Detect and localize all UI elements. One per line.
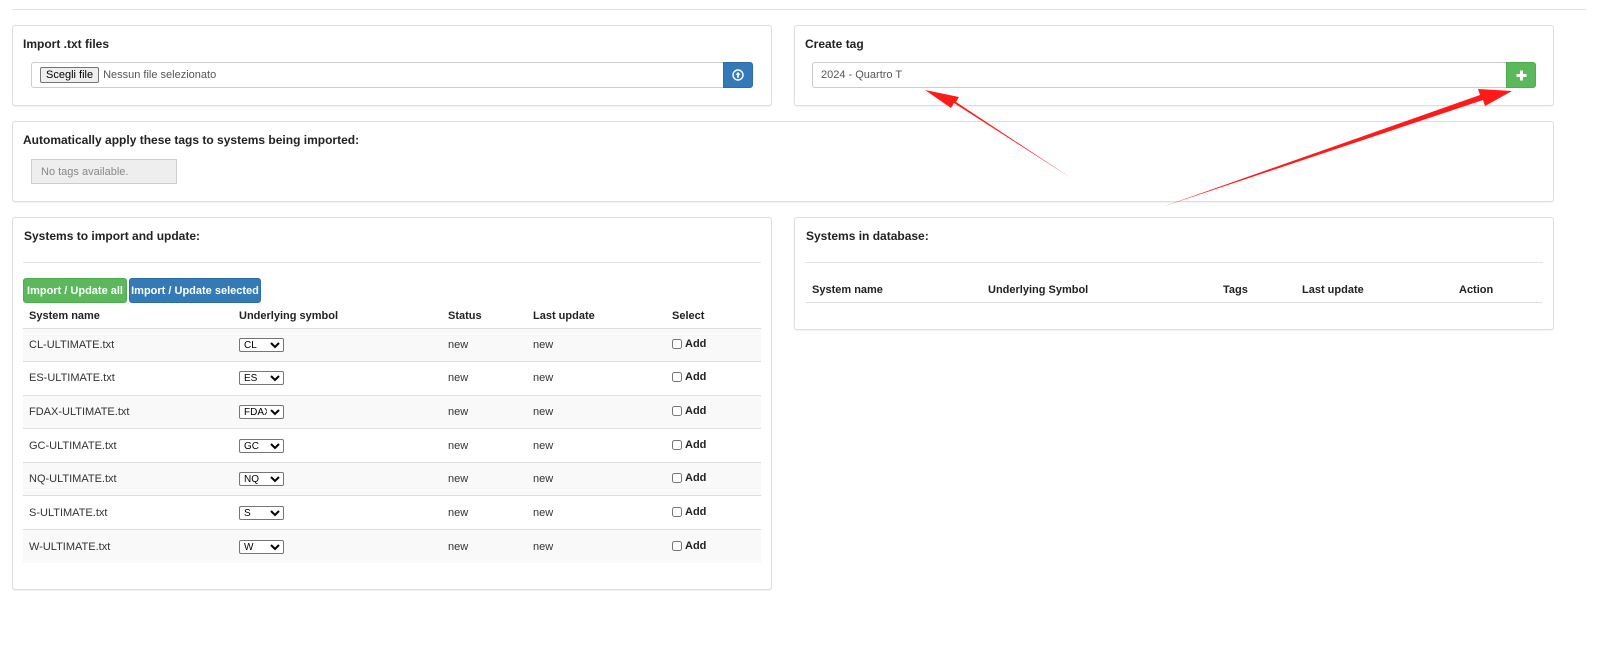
table-row: FDAX-ULTIMATE.txt FDAX new new Add <box>23 395 761 429</box>
auto-tags-panel: Automatically apply these tags to system… <box>12 121 1554 202</box>
file-status: Nessun file selezionato <box>103 69 217 81</box>
system-name: ES-ULTIMATE.txt <box>29 372 115 385</box>
systems-db-table: System name Underlying Symbol Tags Last … <box>806 278 1542 303</box>
last-update-value: new <box>533 506 554 519</box>
auto-tags-title: Automatically apply these tags to system… <box>23 133 360 147</box>
add-checkbox-label[interactable]: Add <box>672 472 706 484</box>
last-update-value: new <box>533 372 554 385</box>
systems-db-panel: Systems in database: System name Underly… <box>794 217 1554 330</box>
symbol-select[interactable]: ES <box>239 371 284 386</box>
systems-import-table: System name Underlying symbol Status Las… <box>23 304 761 564</box>
tag-name-value: 2024 - Quartro T <box>821 69 903 81</box>
col-tags: Tags <box>1223 283 1248 296</box>
add-label: Add <box>685 539 707 552</box>
col-system-name: System name <box>29 309 100 322</box>
table-header-row: System name Underlying symbol Status Las… <box>23 304 761 328</box>
no-tags-select[interactable]: No tags available. <box>31 159 177 184</box>
last-update-value: new <box>533 473 554 486</box>
table-row: W-ULTIMATE.txt W new new Add <box>23 529 761 564</box>
systems-import-title: Systems to import and update: <box>24 229 201 243</box>
system-name: S-ULTIMATE.txt <box>29 506 108 519</box>
col-last-update: Last update <box>1302 283 1364 296</box>
import-panel: Import .txt files Scegli file Nessun fil… <box>12 25 772 106</box>
add-checkbox-label[interactable]: Add <box>672 405 706 417</box>
symbol-select[interactable]: CL <box>239 337 284 352</box>
table-row: NQ-ULTIMATE.txt NQ new new Add <box>23 462 761 496</box>
col-underlying-symbol: Underlying symbol <box>239 309 339 322</box>
create-tag-title: Create tag <box>805 37 864 51</box>
section-divider <box>805 262 1543 263</box>
add-label: Add <box>685 505 707 518</box>
add-label: Add <box>685 371 707 384</box>
system-name: W-ULTIMATE.txt <box>29 540 111 553</box>
col-select: Select <box>672 309 705 322</box>
status-value: new <box>448 405 469 418</box>
systems-import-panel: Systems to import and update: Import / U… <box>12 217 772 590</box>
create-tag-panel: Create tag 2024 - Quartro T <box>794 25 1554 106</box>
symbol-select[interactable]: S <box>239 505 284 520</box>
upload-button[interactable] <box>723 62 753 88</box>
col-last-update: Last update <box>533 309 595 322</box>
last-update-value: new <box>533 338 554 351</box>
last-update-value: new <box>533 405 554 418</box>
col-action: Action <box>1459 283 1494 296</box>
plus-icon <box>1516 70 1526 80</box>
add-tag-button[interactable] <box>1506 62 1536 88</box>
file-input-group: Scegli file Nessun file selezionato <box>31 62 753 88</box>
symbol-select[interactable]: FDAX <box>239 404 284 419</box>
table-header-row: System name Underlying Symbol Tags Last … <box>806 278 1542 302</box>
add-checkbox-label[interactable]: Add <box>672 540 706 552</box>
systems-import-rows: CL-ULTIMATE.txt CL new new Add ES-ULTIMA… <box>23 328 761 564</box>
table-row: CL-ULTIMATE.txt CL new new Add <box>23 328 761 362</box>
col-status: Status <box>448 309 482 322</box>
systems-db-title: Systems in database: <box>806 229 929 243</box>
add-checkbox-label[interactable]: Add <box>672 338 706 350</box>
symbol-select[interactable]: W <box>239 539 284 554</box>
table-row: ES-ULTIMATE.txt ES new new Add <box>23 361 761 396</box>
last-update-value: new <box>533 439 554 452</box>
import-update-selected-button[interactable]: Import / Update selected <box>129 278 261 303</box>
system-name: GC-ULTIMATE.txt <box>29 439 117 452</box>
add-checkbox[interactable] <box>672 338 682 349</box>
table-row: S-ULTIMATE.txt S new new Add <box>23 495 761 530</box>
add-label: Add <box>685 337 707 350</box>
col-underlying-symbol: Underlying Symbol <box>988 283 1089 296</box>
import-update-all-button[interactable]: Import / Update all <box>23 278 127 303</box>
col-system-name: System name <box>812 283 883 296</box>
status-value: new <box>448 372 469 385</box>
add-checkbox-label[interactable]: Add <box>672 439 706 451</box>
file-input[interactable]: Scegli file Nessun file selezionato <box>31 62 723 88</box>
status-value: new <box>448 540 469 553</box>
system-name: NQ-ULTIMATE.txt <box>29 473 117 486</box>
import-panel-title: Import .txt files <box>23 37 110 51</box>
add-checkbox-label[interactable]: Add <box>672 506 706 518</box>
status-value: new <box>448 338 469 351</box>
status-value: new <box>448 473 469 486</box>
add-checkbox[interactable] <box>672 372 682 383</box>
section-divider <box>23 262 761 263</box>
symbol-select[interactable]: NQ <box>239 472 284 487</box>
add-checkbox-label[interactable]: Add <box>672 371 706 383</box>
last-update-value: new <box>533 540 554 553</box>
top-divider <box>12 9 1586 10</box>
add-checkbox[interactable] <box>672 473 682 484</box>
system-name: CL-ULTIMATE.txt <box>29 338 115 351</box>
status-value: new <box>448 439 469 452</box>
add-label: Add <box>685 438 707 451</box>
circle-arrow-up-icon <box>732 69 744 81</box>
system-name: FDAX-ULTIMATE.txt <box>29 405 130 418</box>
choose-file-button[interactable]: Scegli file <box>40 67 100 83</box>
add-checkbox[interactable] <box>672 405 682 416</box>
add-checkbox[interactable] <box>672 439 682 450</box>
add-label: Add <box>685 472 707 485</box>
status-value: new <box>448 506 469 519</box>
table-row: GC-ULTIMATE.txt GC new new Add <box>23 428 761 463</box>
symbol-select[interactable]: GC <box>239 438 284 453</box>
tag-name-input[interactable]: 2024 - Quartro T <box>812 62 1506 88</box>
add-label: Add <box>685 404 707 417</box>
add-checkbox[interactable] <box>672 540 682 551</box>
tag-input-group: 2024 - Quartro T <box>812 62 1536 88</box>
add-checkbox[interactable] <box>672 506 682 517</box>
